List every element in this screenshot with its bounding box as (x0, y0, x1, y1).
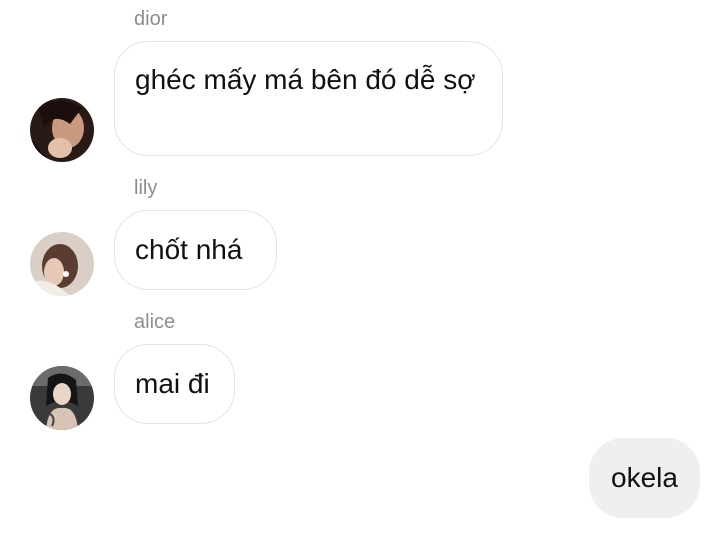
sender-name-alice: alice (134, 311, 176, 333)
message-text: okela (611, 462, 678, 493)
message-text: ghéc mấy má bên đó dễ sợ (135, 64, 476, 95)
avatar-alice[interactable] (30, 366, 94, 430)
chat-thread: dior ghéc mấy má bên đó dễ sợ lily chốt … (0, 0, 720, 535)
sender-name-lily: lily (134, 177, 158, 199)
avatar-lily[interactable] (30, 232, 94, 296)
profile-photo-icon (30, 98, 94, 162)
sender-name-dior: dior (134, 8, 168, 30)
my-message-bubble[interactable]: okela (589, 438, 700, 518)
message-bubble-lily[interactable]: chốt nhá (114, 210, 277, 290)
message-bubble-alice[interactable]: mai đi (114, 344, 235, 424)
profile-photo-icon (30, 232, 94, 296)
message-bubble-dior[interactable]: ghéc mấy má bên đó dễ sợ (114, 41, 503, 156)
profile-photo-icon (30, 366, 94, 430)
message-text: chốt nhá (135, 234, 243, 265)
avatar-dior[interactable] (30, 98, 94, 162)
message-text: mai đi (135, 368, 210, 399)
